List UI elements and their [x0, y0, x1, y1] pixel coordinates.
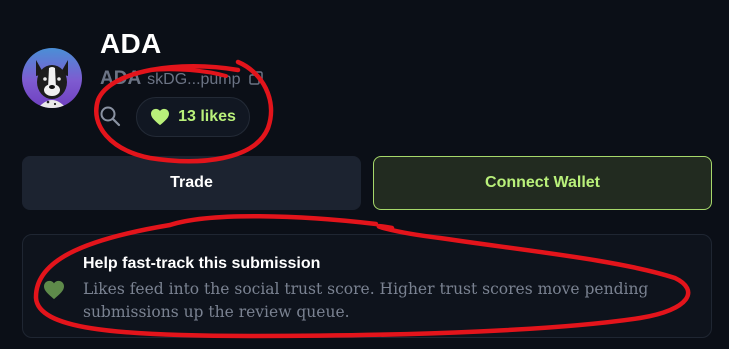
search-icon[interactable]	[99, 105, 121, 127]
token-avatar	[22, 48, 82, 108]
trade-button-label: Trade	[170, 174, 213, 191]
heart-icon	[44, 280, 64, 300]
trade-button[interactable]: Trade	[22, 156, 361, 210]
token-subtitle-row: ADA skDG...pump	[100, 68, 263, 90]
contract-address: skDG...pump	[147, 71, 241, 88]
likes-count: 13 likes	[178, 108, 236, 125]
dog-avatar-image	[36, 60, 68, 108]
token-ticker: ADA	[100, 68, 142, 89]
connect-wallet-button[interactable]: Connect Wallet	[373, 156, 712, 210]
info-title: Help fast-track this submission	[83, 255, 321, 272]
info-description: Likes feed into the social trust score. …	[83, 280, 649, 321]
likes-button[interactable]: 13 likes	[136, 97, 250, 137]
token-name: ADA	[100, 28, 162, 59]
connect-wallet-label: Connect Wallet	[485, 174, 600, 191]
heart-icon	[151, 108, 170, 126]
copy-icon[interactable]	[248, 71, 263, 85]
fast-track-info-card: Help fast-track this submission Likes fe…	[22, 234, 712, 338]
